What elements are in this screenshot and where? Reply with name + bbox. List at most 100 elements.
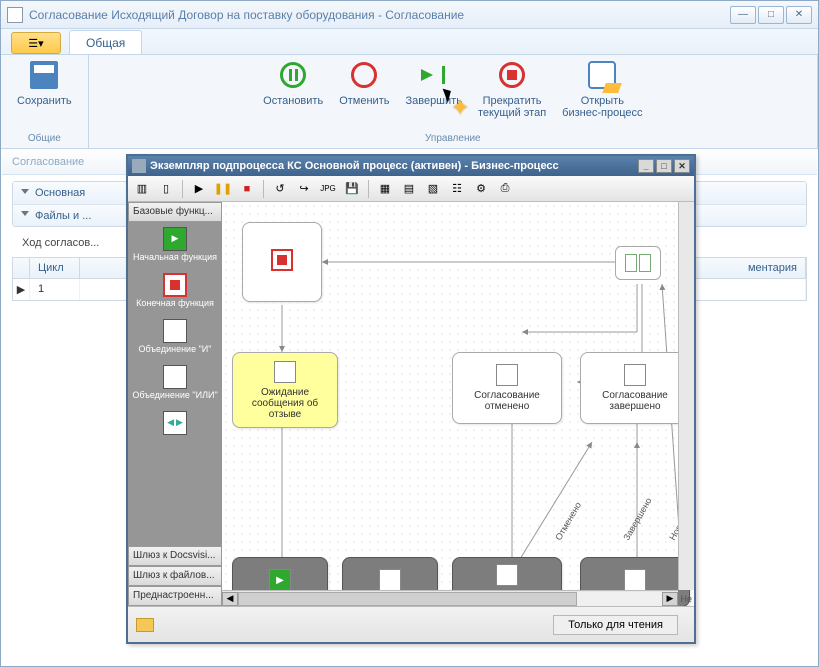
node-end[interactable] xyxy=(242,222,322,302)
stop-stage-label1: Прекратить xyxy=(483,95,542,107)
ribbon-group-common: Сохранить Общие xyxy=(1,55,89,148)
row-indicator-icon: ▶ xyxy=(13,279,30,300)
palette-start-label: Начальная функция xyxy=(133,253,217,263)
ribbon-group-common-label: Общие xyxy=(28,133,61,144)
parallel-icon: ◀▶ xyxy=(163,411,187,435)
gateway-right-icon xyxy=(639,254,651,272)
palette-item-and[interactable]: & Объединение "И" xyxy=(128,314,222,360)
node-wait-recall-label: Ожидание сообщения об отзыве xyxy=(237,387,333,420)
palette: Базовые функц... ▶ Начальная функция Кон… xyxy=(128,202,222,606)
scroll-right-button[interactable]: ▶ xyxy=(662,592,678,606)
process-icon xyxy=(132,159,146,173)
accordion-main-label: Основная xyxy=(35,187,85,199)
tb-save2-button[interactable]: 💾 xyxy=(342,179,362,199)
horizontal-scrollbar[interactable]: ◀ ▶ xyxy=(222,590,678,606)
node-approve-done[interactable]: Согласование завершено xyxy=(580,352,690,424)
outer-close-button[interactable]: ✕ xyxy=(786,6,812,24)
inner-close-button[interactable]: ✕ xyxy=(674,159,690,173)
tb-open-button[interactable]: ▯ xyxy=(156,179,176,199)
node-approve-cancelled[interactable]: Согласование отменено xyxy=(452,352,562,424)
tb-stop-button[interactable]: ■ xyxy=(237,179,257,199)
save-icon xyxy=(30,61,58,89)
ribbon: ☰▾ Общая Сохранить Общие Остановить xyxy=(1,29,818,149)
tb-export-jpg-button[interactable]: JPG xyxy=(318,179,338,199)
and-join-icon: & xyxy=(163,319,187,343)
document-node-icon xyxy=(496,364,518,386)
cancel-icon xyxy=(351,62,377,88)
open-bp-button[interactable]: Открыть бизнес-процесс xyxy=(554,59,650,119)
stop-stage-icon xyxy=(499,62,525,88)
tb-grid2-button[interactable]: ▤ xyxy=(399,179,419,199)
ribbon-group-manage: Остановить Отменить Завершить Прекратить… xyxy=(89,55,818,148)
edge-label-done: Завершено xyxy=(621,496,653,542)
scroll-thumb[interactable] xyxy=(238,592,577,606)
palette-item-parallel[interactable]: ◀▶ xyxy=(128,406,222,442)
palette-header-preset[interactable]: Преднастроенн... xyxy=(128,586,222,606)
tb-pause-button[interactable]: ❚❚ xyxy=(213,179,233,199)
tb-step-button[interactable]: ↪ xyxy=(294,179,314,199)
status-readonly: Только для чтения xyxy=(553,615,678,635)
palette-item-or[interactable]: OR Объединение "ИЛИ" xyxy=(128,360,222,406)
outer-minimize-button[interactable]: — xyxy=(730,6,756,24)
palette-end-label: Конечная функция xyxy=(136,299,214,309)
node-cancelled-label: Согласование отменено xyxy=(457,390,557,412)
inner-window[interactable]: Экземпляр подпроцесса КС Основной процес… xyxy=(126,154,696,644)
outer-titlebar[interactable]: Согласование Исходящий Договор на постав… xyxy=(1,1,818,29)
start-function-icon: ▶ xyxy=(163,227,187,251)
tb-print-button[interactable]: ⎙ xyxy=(495,179,515,199)
tb-grid3-button[interactable]: ▧ xyxy=(423,179,443,199)
inner-minimize-button[interactable]: _ xyxy=(638,159,654,173)
document-node-icon xyxy=(624,364,646,386)
canvas-wrap[interactable]: Ожидание сообщения об отзыве Согласовани… xyxy=(222,202,694,606)
node-wait-recall[interactable]: Ожидание сообщения об отзыве xyxy=(232,352,338,428)
inner-toolbar: ▥ ▯ ▶ ❚❚ ■ ↺ ↪ JPG 💾 ▦ ▤ ▧ ☷ ⚙ ⎙ xyxy=(128,176,694,202)
grid-header-cycle[interactable]: Цикл xyxy=(30,258,80,278)
canvas[interactable]: Ожидание сообщения об отзыве Согласовани… xyxy=(222,202,694,606)
grid-header-selector[interactable] xyxy=(13,258,30,278)
palette-item-start[interactable]: ▶ Начальная функция xyxy=(128,222,222,268)
accordion-files-label: Файлы и ... xyxy=(35,210,91,222)
palette-header-file[interactable]: Шлюз к файлов... xyxy=(128,566,222,586)
ribbon-tab-general[interactable]: Общая xyxy=(69,30,142,54)
open-bp-icon xyxy=(588,61,616,89)
stop-stage-label2: текущий этап xyxy=(478,107,546,119)
chevron-down-icon xyxy=(21,189,29,198)
palette-header-docsvision[interactable]: Шлюз к Docsvisi... xyxy=(128,546,222,566)
chevron-down-icon xyxy=(21,211,29,220)
save-button[interactable]: Сохранить xyxy=(9,59,80,107)
end-function-icon xyxy=(163,273,187,297)
scroll-track[interactable] xyxy=(238,592,662,606)
outer-maximize-button[interactable]: □ xyxy=(758,6,784,24)
tb-play-button[interactable]: ▶ xyxy=(189,179,209,199)
quick-access-toolbar[interactable]: ☰▾ xyxy=(11,32,61,54)
tb-grid1-button[interactable]: ▦ xyxy=(375,179,395,199)
ribbon-group-manage-label: Управление xyxy=(425,133,481,144)
fx-node-icon: fx xyxy=(379,569,401,591)
vertical-scrollbar[interactable] xyxy=(678,202,694,590)
inner-maximize-button[interactable]: □ xyxy=(656,159,672,173)
ribbon-tabstrip: ☰▾ Общая xyxy=(1,29,818,55)
node-gateway[interactable] xyxy=(615,246,661,280)
palette-and-label: Объединение "И" xyxy=(139,345,212,355)
finish-label: Завершить xyxy=(405,95,461,107)
end-node-icon xyxy=(271,249,293,271)
cancel-button[interactable]: Отменить xyxy=(331,59,397,119)
inner-body: Базовые функц... ▶ Начальная функция Кон… xyxy=(128,202,694,606)
node-done-label: Согласование завершено xyxy=(585,390,685,412)
tb-refresh-button[interactable]: ↺ xyxy=(270,179,290,199)
tb-props-button[interactable]: ☷ xyxy=(447,179,467,199)
finish-button[interactable]: Завершить xyxy=(397,59,469,119)
folder-icon[interactable] xyxy=(136,618,154,632)
stop-stage-button[interactable]: Прекратить текущий этап xyxy=(470,59,554,119)
document-node-icon xyxy=(274,361,296,383)
palette-header-basic[interactable]: Базовые функц... xyxy=(128,202,222,222)
cell-cycle: 1 xyxy=(30,279,80,300)
palette-item-end[interactable]: Конечная функция xyxy=(128,268,222,314)
scroll-left-button[interactable]: ◀ xyxy=(222,592,238,606)
tb-vars-button[interactable]: ⚙ xyxy=(471,179,491,199)
tb-new-button[interactable]: ▥ xyxy=(132,179,152,199)
pause-button[interactable]: Остановить xyxy=(255,59,331,119)
or-join-icon: OR xyxy=(163,365,187,389)
inner-titlebar[interactable]: Экземпляр подпроцесса КС Основной процес… xyxy=(128,156,694,176)
edge-label-cancelled: Отменено xyxy=(553,500,583,542)
